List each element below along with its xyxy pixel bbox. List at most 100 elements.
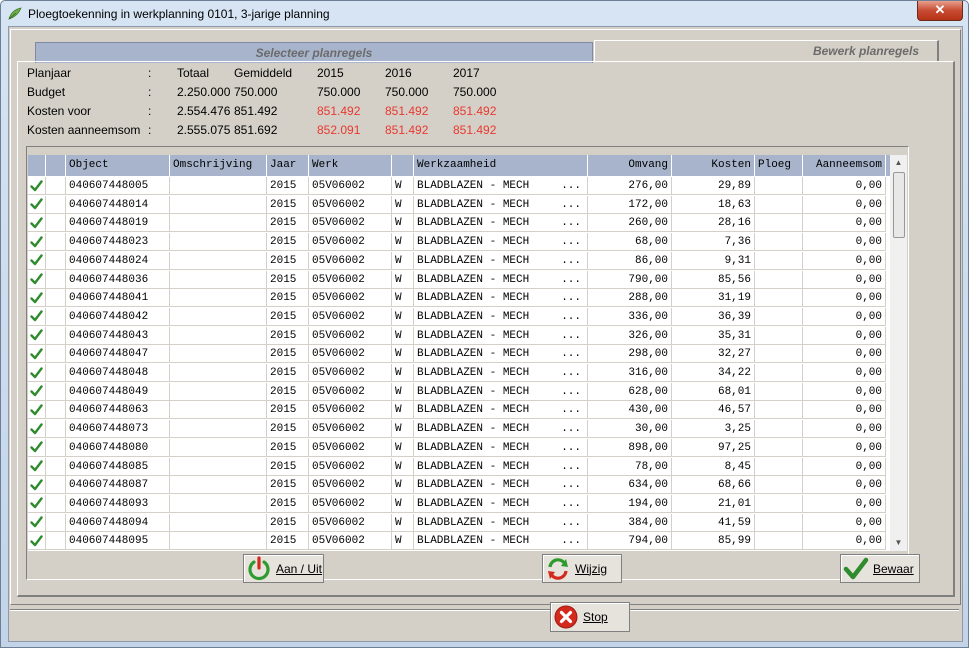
summary-sep: : (148, 123, 152, 137)
column-header-omvang[interactable]: Omvang (588, 155, 672, 176)
row-flag-cell (46, 476, 66, 495)
cell-kosten: 46,57 (672, 401, 755, 420)
ellipsis-button[interactable]: ... (561, 271, 581, 288)
cell-ploeg (755, 251, 803, 270)
row-check-cell (28, 457, 46, 476)
cell-omvang: 260,00 (588, 214, 672, 233)
table-row[interactable]: 040607448093 2015 05V06002 W BLADBLAZEN - ME… (28, 494, 890, 513)
checkmark-icon (30, 310, 43, 322)
stop-button[interactable]: Stop (550, 602, 630, 632)
cell-w: W (392, 195, 414, 214)
column-header-aanneemsom[interactable]: Aanneemsom (803, 155, 886, 176)
summary-totaal: 2.250.000 (177, 85, 231, 99)
cell-omvang: 288,00 (588, 289, 672, 308)
ellipsis-button[interactable]: ... (561, 401, 581, 418)
cell-jaar: 2015 (267, 251, 309, 270)
cell-kosten: 18,63 (672, 195, 755, 214)
scroll-thumb[interactable] (893, 172, 905, 238)
table-row[interactable]: 040607448014 2015 05V06002 W BLADBLAZEN - ME… (28, 195, 890, 214)
werkzaamheid-text: BLADBLAZEN - MECH (417, 423, 530, 436)
cell-omvang: 194,00 (588, 494, 672, 513)
cell-aanneemsom: 0,00 (803, 532, 886, 551)
cell-omvang: 316,00 (588, 364, 672, 382)
ellipsis-button[interactable]: ... (561, 364, 581, 381)
ellipsis-button[interactable]: ... (561, 308, 581, 325)
scroll-down-icon[interactable]: ▼ (890, 535, 907, 551)
table-row[interactable]: 040607448019 2015 05V06002 W BLADBLAZEN - ME… (28, 214, 890, 233)
aan-uit-button[interactable]: Aan / Uit (243, 554, 324, 583)
cell-ploeg (755, 289, 803, 308)
ellipsis-button[interactable]: ... (561, 514, 581, 531)
cell-aanneemsom: 0,00 (803, 326, 886, 345)
column-header-check[interactable] (28, 155, 46, 176)
table-row[interactable]: 040607448048 2015 05V06002 W BLADBLAZEN - ME… (28, 364, 890, 382)
tab-selecteer-planregels[interactable]: Selecteer planregels (35, 42, 593, 63)
checkmark-icon (30, 217, 43, 229)
planregels-grid[interactable]: Object Omschrijving Jaar Werk Werkzaamheid Om… (28, 155, 890, 551)
table-row[interactable]: 040607448023 2015 05V06002 W BLADBLAZEN - ME… (28, 233, 890, 252)
ellipsis-button[interactable]: ... (561, 532, 581, 549)
row-flag-cell (46, 307, 66, 326)
ellipsis-button[interactable]: ... (561, 383, 581, 400)
ellipsis-button[interactable]: ... (561, 495, 581, 512)
table-row[interactable]: 040607448005 2015 05V06002 W BLADBLAZEN - ME… (28, 177, 890, 195)
aan-uit-label: Aan / Uit (276, 561, 323, 576)
cell-object: 040607448048 (66, 364, 170, 382)
ellipsis-button[interactable]: ... (561, 420, 581, 437)
vertical-scrollbar[interactable]: ▲ ▼ (890, 155, 907, 551)
cell-omvang: 30,00 (588, 420, 672, 439)
table-row[interactable]: 040607448042 2015 05V06002 W BLADBLAZEN - ME… (28, 307, 890, 326)
table-row[interactable]: 040607448095 2015 05V06002 W BLADBLAZEN - ME… (28, 532, 890, 551)
table-row[interactable]: 040607448036 2015 05V06002 W BLADBLAZEN - ME… (28, 270, 890, 289)
table-row[interactable]: 040607448085 2015 05V06002 W BLADBLAZEN - ME… (28, 457, 890, 476)
cell-aanneemsom: 0,00 (803, 513, 886, 532)
ellipsis-button[interactable]: ... (561, 196, 581, 213)
scroll-up-icon[interactable]: ▲ (890, 155, 907, 171)
title-bar[interactable]: Ploegtoekenning in werkplanning 0101, 3-… (1, 1, 968, 27)
checkmark-icon (30, 404, 43, 416)
cell-omschrijving (170, 289, 267, 308)
row-flag-cell (46, 532, 66, 551)
column-header-w[interactable] (392, 155, 414, 176)
column-header-object[interactable]: Object (66, 155, 170, 176)
column-header-ploeg[interactable]: Ploeg (755, 155, 803, 176)
bewaar-button[interactable]: Bewaar (840, 554, 920, 583)
column-header-jaar[interactable]: Jaar (267, 155, 309, 176)
ellipsis-button[interactable]: ... (561, 345, 581, 362)
cell-omschrijving (170, 326, 267, 345)
table-row[interactable]: 040607448024 2015 05V06002 W BLADBLAZEN - ME… (28, 251, 890, 270)
column-header-werkzaamheid[interactable]: Werkzaamheid (414, 155, 588, 176)
ellipsis-button[interactable]: ... (561, 439, 581, 456)
column-header-omschrijving[interactable]: Omschrijving (170, 155, 267, 176)
ellipsis-button[interactable]: ... (561, 289, 581, 306)
tab-bewerk-planregels[interactable]: Bewerk planregels (594, 40, 939, 62)
wijzig-button[interactable]: Wijzig (542, 554, 622, 583)
table-row[interactable]: 040607448043 2015 05V06002 W BLADBLAZEN - ME… (28, 326, 890, 345)
table-row[interactable]: 040607448049 2015 05V06002 W BLADBLAZEN - ME… (28, 382, 890, 401)
cell-ploeg (755, 195, 803, 214)
ellipsis-button[interactable]: ... (561, 476, 581, 493)
ellipsis-button[interactable]: ... (561, 327, 581, 344)
ellipsis-button[interactable]: ... (561, 177, 581, 194)
table-row[interactable]: 040607448087 2015 05V06002 W BLADBLAZEN - ME… (28, 476, 890, 495)
ellipsis-button[interactable]: ... (561, 458, 581, 475)
ellipsis-button[interactable]: ... (561, 233, 581, 250)
table-row[interactable]: 040607448063 2015 05V06002 W BLADBLAZEN - ME… (28, 401, 890, 420)
column-header-flag[interactable] (46, 155, 66, 176)
table-row[interactable]: 040607448073 2015 05V06002 W BLADBLAZEN - ME… (28, 420, 890, 439)
table-row[interactable]: 040607448041 2015 05V06002 W BLADBLAZEN - ME… (28, 289, 890, 308)
cell-werkzaamheid: BLADBLAZEN - MECH... (414, 233, 588, 252)
close-button[interactable]: ✕ (917, 1, 963, 21)
cell-omvang: 634,00 (588, 476, 672, 495)
row-flag-cell (46, 326, 66, 345)
column-header-werk[interactable]: Werk (309, 155, 392, 176)
ellipsis-button[interactable]: ... (561, 252, 581, 269)
ellipsis-button[interactable]: ... (561, 214, 581, 231)
table-row[interactable]: 040607448094 2015 05V06002 W BLADBLAZEN - ME… (28, 513, 890, 532)
summary-col-year2: 2016 (385, 66, 412, 80)
table-row[interactable]: 040607448047 2015 05V06002 W BLADBLAZEN - ME… (28, 345, 890, 364)
cell-omschrijving (170, 251, 267, 270)
cell-werkzaamheid: BLADBLAZEN - MECH... (414, 214, 588, 233)
table-row[interactable]: 040607448080 2015 05V06002 W BLADBLAZEN - ME… (28, 438, 890, 457)
column-header-kosten[interactable]: Kosten (672, 155, 755, 176)
